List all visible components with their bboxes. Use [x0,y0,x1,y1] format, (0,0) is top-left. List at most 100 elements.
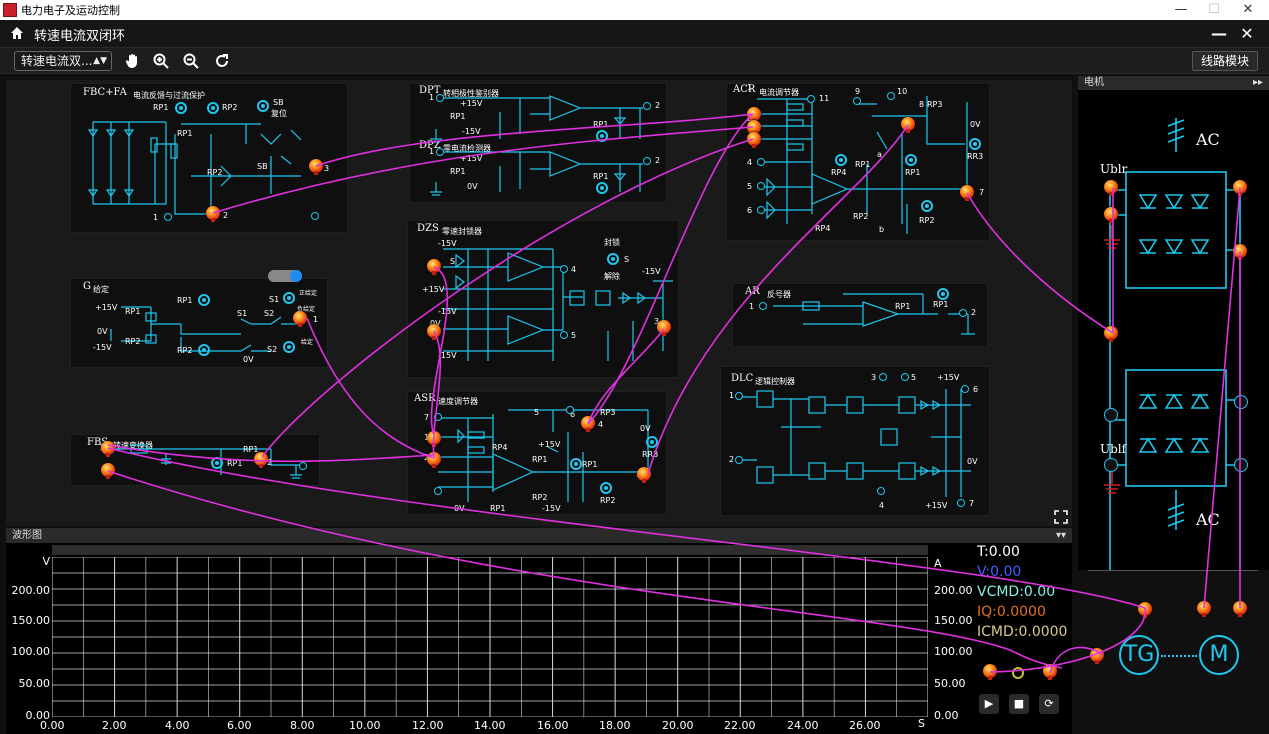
hand-pan-icon[interactable] [124,52,142,70]
module-asr[interactable]: ASR 速度调节器 7 1 2 5 6 RP3 4 0V RR3 [407,391,667,515]
waveform-grid[interactable] [52,557,928,717]
ar-terminal-2[interactable] [959,309,967,317]
home-icon[interactable] [10,26,24,40]
fbc-sb-reset-button[interactable] [257,100,269,112]
acr-rp4-knob[interactable] [835,154,847,166]
acr-terminal-6[interactable] [757,206,765,214]
dlc-terminal-2[interactable] [735,456,743,464]
motor-terminal-right-2[interactable] [1234,458,1248,472]
module-ar[interactable]: AR 反号器 1 RP1 RP1 2 [732,283,988,347]
acr-terminal-11[interactable] [807,95,815,103]
jack-bridge-r2[interactable] [1233,244,1247,260]
jack-g-1[interactable] [293,311,307,327]
jack-ublr-2[interactable] [1104,207,1118,223]
jack-fbs-1[interactable] [101,441,115,457]
fbc-rp2-knob[interactable] [207,102,219,114]
jack-asr-3[interactable] [637,467,651,483]
jack-dzs-3[interactable] [657,320,671,336]
circuit-canvas[interactable]: FBC+FA 电流反馈与过流保护 RP1 RP2 SB 复位 RP1 RP2 S… [6,80,1072,526]
jack-acr-7[interactable] [960,185,974,201]
jack-m-1[interactable] [1197,601,1211,617]
asr-rr3-knob[interactable] [646,436,658,448]
jack-ublr-1[interactable] [1104,180,1118,196]
jack-acr-3[interactable] [747,132,761,148]
waveform-scrollbar[interactable] [52,545,928,555]
header-close-button[interactable]: ✕ [1236,23,1258,45]
module-dlc[interactable]: DLC 逻辑控制器 1 2 3 5 +15V 6 0V 4 +15V 7 [720,366,990,516]
collapse-down-icon[interactable]: ▾▾ [1056,528,1066,543]
jack-tg-1[interactable] [983,664,997,680]
g-s1-switch[interactable] [283,292,295,304]
dzs-terminal-4[interactable] [560,265,568,273]
acr-terminal-5[interactable] [757,182,765,190]
mode-select[interactable]: 转速电流双... ▲▼ [14,51,112,71]
fbc-terminal-1[interactable] [164,213,172,221]
jack-tg-left[interactable] [1090,648,1104,664]
jack-asr-2[interactable] [427,452,441,468]
tachogenerator[interactable]: TG [1119,635,1159,675]
ar-rp1-knob[interactable] [937,288,949,300]
fbs-rp1-knob[interactable] [211,457,223,469]
play-button[interactable]: ▶ [979,694,999,714]
jack-tg-top[interactable] [1138,602,1152,618]
jack-acr-1[interactable] [747,107,761,123]
fbs-terminal-gnd[interactable] [299,462,307,470]
dc-motor[interactable]: M [1199,635,1239,675]
dlc-terminal-6[interactable] [961,385,969,393]
jack-dzs-1[interactable] [427,259,441,275]
acr-rp1-knob[interactable] [905,154,917,166]
refresh-button[interactable]: ⟳ [1039,694,1059,714]
jack-bridge-mid[interactable] [1104,326,1118,342]
g-toggle-switch[interactable] [268,270,302,282]
expand-right-icon[interactable]: ▸▸ [1253,76,1263,90]
motor-terminal-left-1[interactable] [1104,408,1118,422]
zoom-in-icon[interactable] [152,52,170,70]
jack-tg-ring[interactable] [1012,667,1024,679]
window-close-button[interactable]: ✕ [1231,0,1265,20]
jack-fbc-3[interactable] [309,159,323,175]
jack-asr-1[interactable] [427,431,441,447]
window-maximize-button[interactable]: ☐ [1197,0,1231,20]
acr-terminal-9[interactable] [853,97,861,105]
module-g[interactable]: G 给定 +15V RP1 RP1 0V RP2 -15V RP2 S1 S2 … [70,278,328,368]
ar-terminal-1[interactable] [759,302,767,310]
asr-rp2-knob[interactable] [600,482,612,494]
fullscreen-icon[interactable] [1054,510,1068,524]
acr-terminal-10[interactable] [887,92,895,100]
module-acr[interactable]: ACR 电流调节器 1 2 3 4 5 6 11 9 10 [726,83,990,241]
window-minimize-button[interactable]: — [1164,0,1198,20]
module-dpt-dpz[interactable]: DPT 转相极性鉴别器 +15V RP1 -15V RP1 1 2 DPZ 零电… [409,83,667,203]
jack-acr-8[interactable] [901,117,915,133]
dlc-terminal-5[interactable] [901,373,909,381]
jack-bridge-r1[interactable] [1233,180,1247,196]
acr-rp2-knob[interactable] [921,200,933,212]
jack-asr-4[interactable] [581,416,595,432]
fbc-terminal-gnd[interactable] [311,212,319,220]
dlc-terminal-1[interactable] [735,392,743,400]
fbc-rp1-knob[interactable] [175,102,187,114]
dzs-terminal-5[interactable] [560,331,568,339]
motor-terminal-right-1[interactable] [1234,395,1248,409]
jack-fbc-2[interactable] [206,206,220,222]
asr-terminal-gnd[interactable] [434,487,442,495]
asr-terminal-6[interactable] [566,406,574,414]
jack-fbs-2[interactable] [254,452,268,468]
g-rp1-knob[interactable] [198,294,210,306]
reset-view-icon[interactable] [213,52,231,70]
jack-tg-2[interactable] [1043,664,1057,680]
dlc-terminal-7[interactable] [957,499,965,507]
circuit-module-button[interactable]: 线路模块 [1192,51,1258,71]
dlc-terminal-3[interactable] [879,373,887,381]
jack-dzs-2[interactable] [427,324,441,340]
jack-m-2[interactable] [1233,601,1247,617]
asr-terminal-7[interactable] [434,413,442,421]
dlc-terminal-4[interactable] [877,487,885,495]
jack-fbs-gnd[interactable] [101,463,115,479]
g-rp2-knob[interactable] [198,344,210,356]
header-minimize-button[interactable]: — [1208,23,1230,45]
module-dzs[interactable]: DZS 零速封锁器 -15V S +15V -15V 0V -15V 4 5 [407,220,679,378]
motor-terminal-left-2[interactable] [1104,458,1118,472]
dzs-lock-switch[interactable] [607,253,619,265]
asr-rp1-knob[interactable] [570,458,582,470]
zoom-out-icon[interactable] [182,52,200,70]
